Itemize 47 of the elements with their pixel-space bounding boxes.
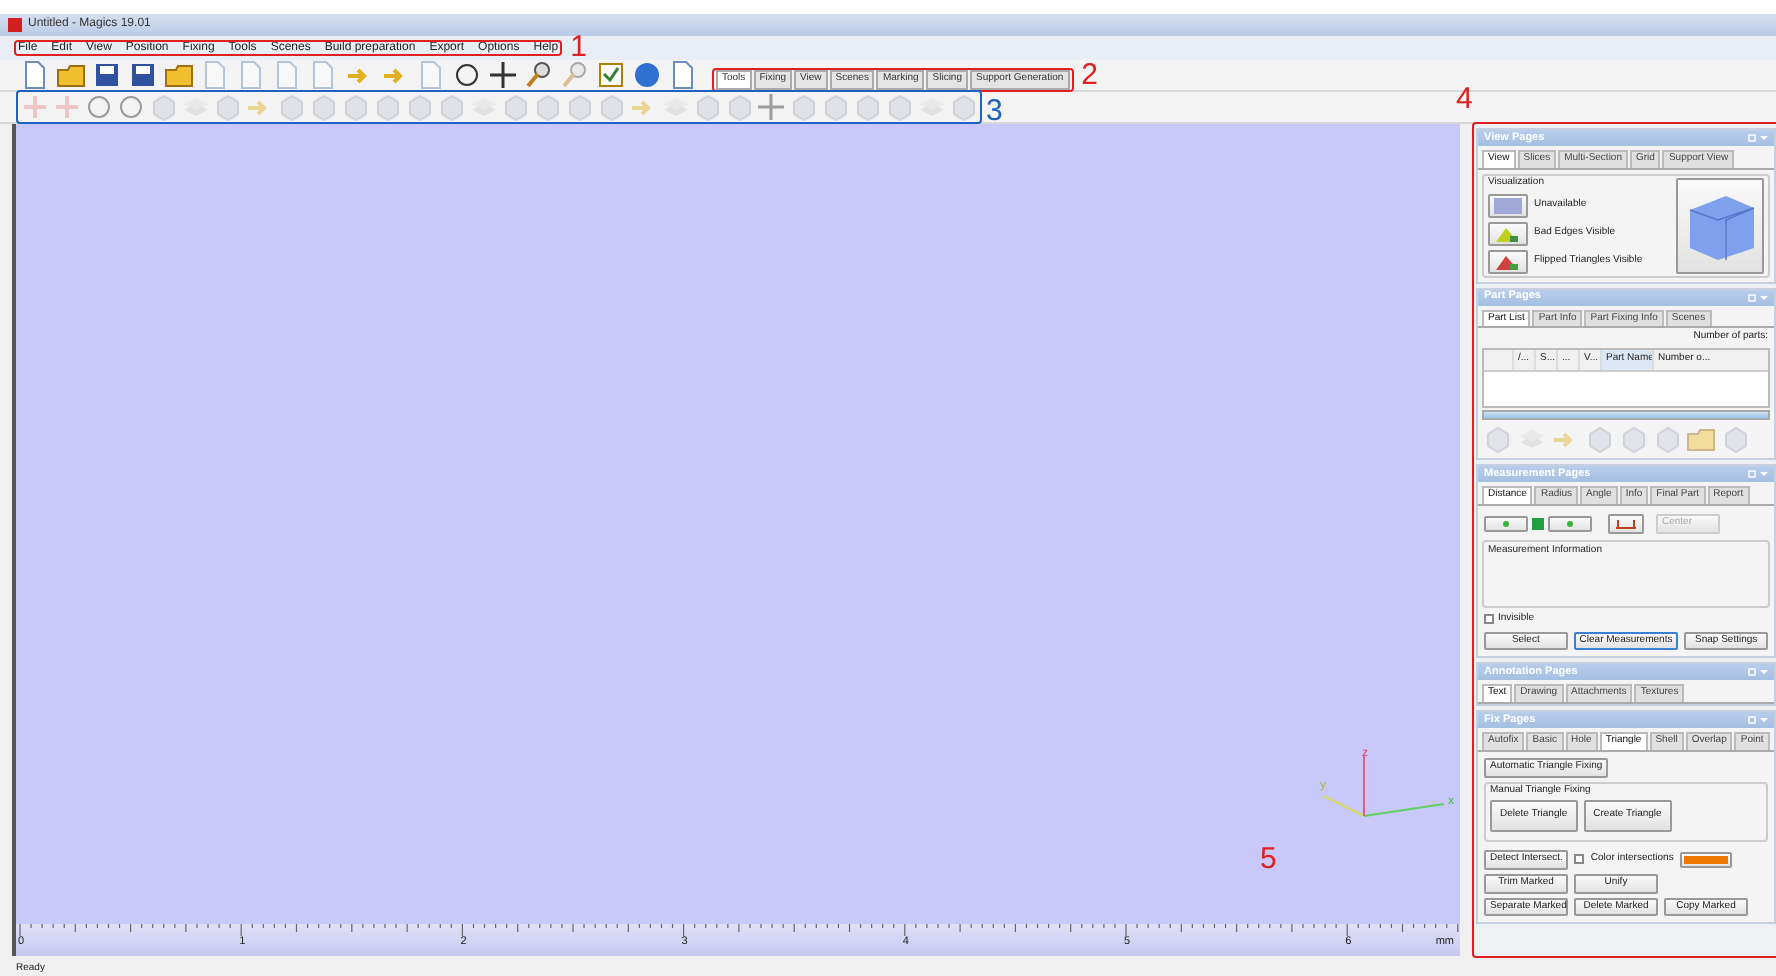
dropdown-icon[interactable] <box>1760 716 1768 724</box>
cube-icon[interactable] <box>1584 424 1614 454</box>
save-icon[interactable] <box>128 60 158 90</box>
pin-icon[interactable] <box>1748 293 1756 301</box>
help-icon[interactable] <box>632 60 662 90</box>
cube-icon[interactable] <box>1720 424 1750 454</box>
mesh-icon <box>1492 223 1524 243</box>
annotation-number: 5 <box>1260 844 1277 874</box>
annotation-number: 1 <box>570 31 587 62</box>
app-icon <box>8 18 22 32</box>
point-icon <box>1502 519 1510 528</box>
point-picker-button[interactable] <box>1548 515 1592 532</box>
mesh-icon <box>1492 251 1524 271</box>
dropdown-icon[interactable] <box>1760 293 1768 301</box>
annotation-number: 3 <box>986 96 1003 126</box>
point-picker-button[interactable] <box>1484 515 1528 532</box>
visualization-button[interactable] <box>1488 193 1528 217</box>
view-cube-button[interactable] <box>1676 177 1764 273</box>
layers-icon[interactable] <box>916 92 946 122</box>
link-icon <box>1532 517 1544 530</box>
scrollbar[interactable] <box>1482 410 1770 420</box>
pin-icon[interactable] <box>1748 134 1756 142</box>
zoom-icon[interactable] <box>524 60 554 90</box>
visualization-button[interactable] <box>1488 249 1528 273</box>
dropdown-icon[interactable] <box>1760 470 1768 478</box>
cube-icon[interactable] <box>1482 424 1512 454</box>
rotate-icon[interactable] <box>452 60 482 90</box>
folder-icon[interactable] <box>1686 424 1716 454</box>
cube-icon[interactable] <box>1652 424 1682 454</box>
color-picker[interactable] <box>1679 851 1732 868</box>
mesh-icon <box>1492 195 1524 215</box>
checkbox[interactable] <box>1574 854 1585 865</box>
visualization-button[interactable] <box>1488 221 1528 245</box>
save-icon[interactable] <box>92 60 122 90</box>
checkbox[interactable] <box>1484 614 1494 625</box>
pin-icon[interactable] <box>1748 470 1756 478</box>
measure-type-button[interactable] <box>1608 513 1644 534</box>
point-icon <box>1566 519 1574 528</box>
measure-icon <box>1614 517 1638 530</box>
cube-icon[interactable] <box>1618 424 1648 454</box>
pin-icon[interactable] <box>1748 716 1756 724</box>
checkbox-icon[interactable] <box>596 60 626 90</box>
pin-icon[interactable] <box>1748 668 1756 677</box>
annotation-number: 2 <box>1081 60 1098 91</box>
annotation-number: 4 <box>1456 84 1473 114</box>
move-icon[interactable] <box>488 60 518 90</box>
dropdown-icon[interactable] <box>1760 134 1768 142</box>
